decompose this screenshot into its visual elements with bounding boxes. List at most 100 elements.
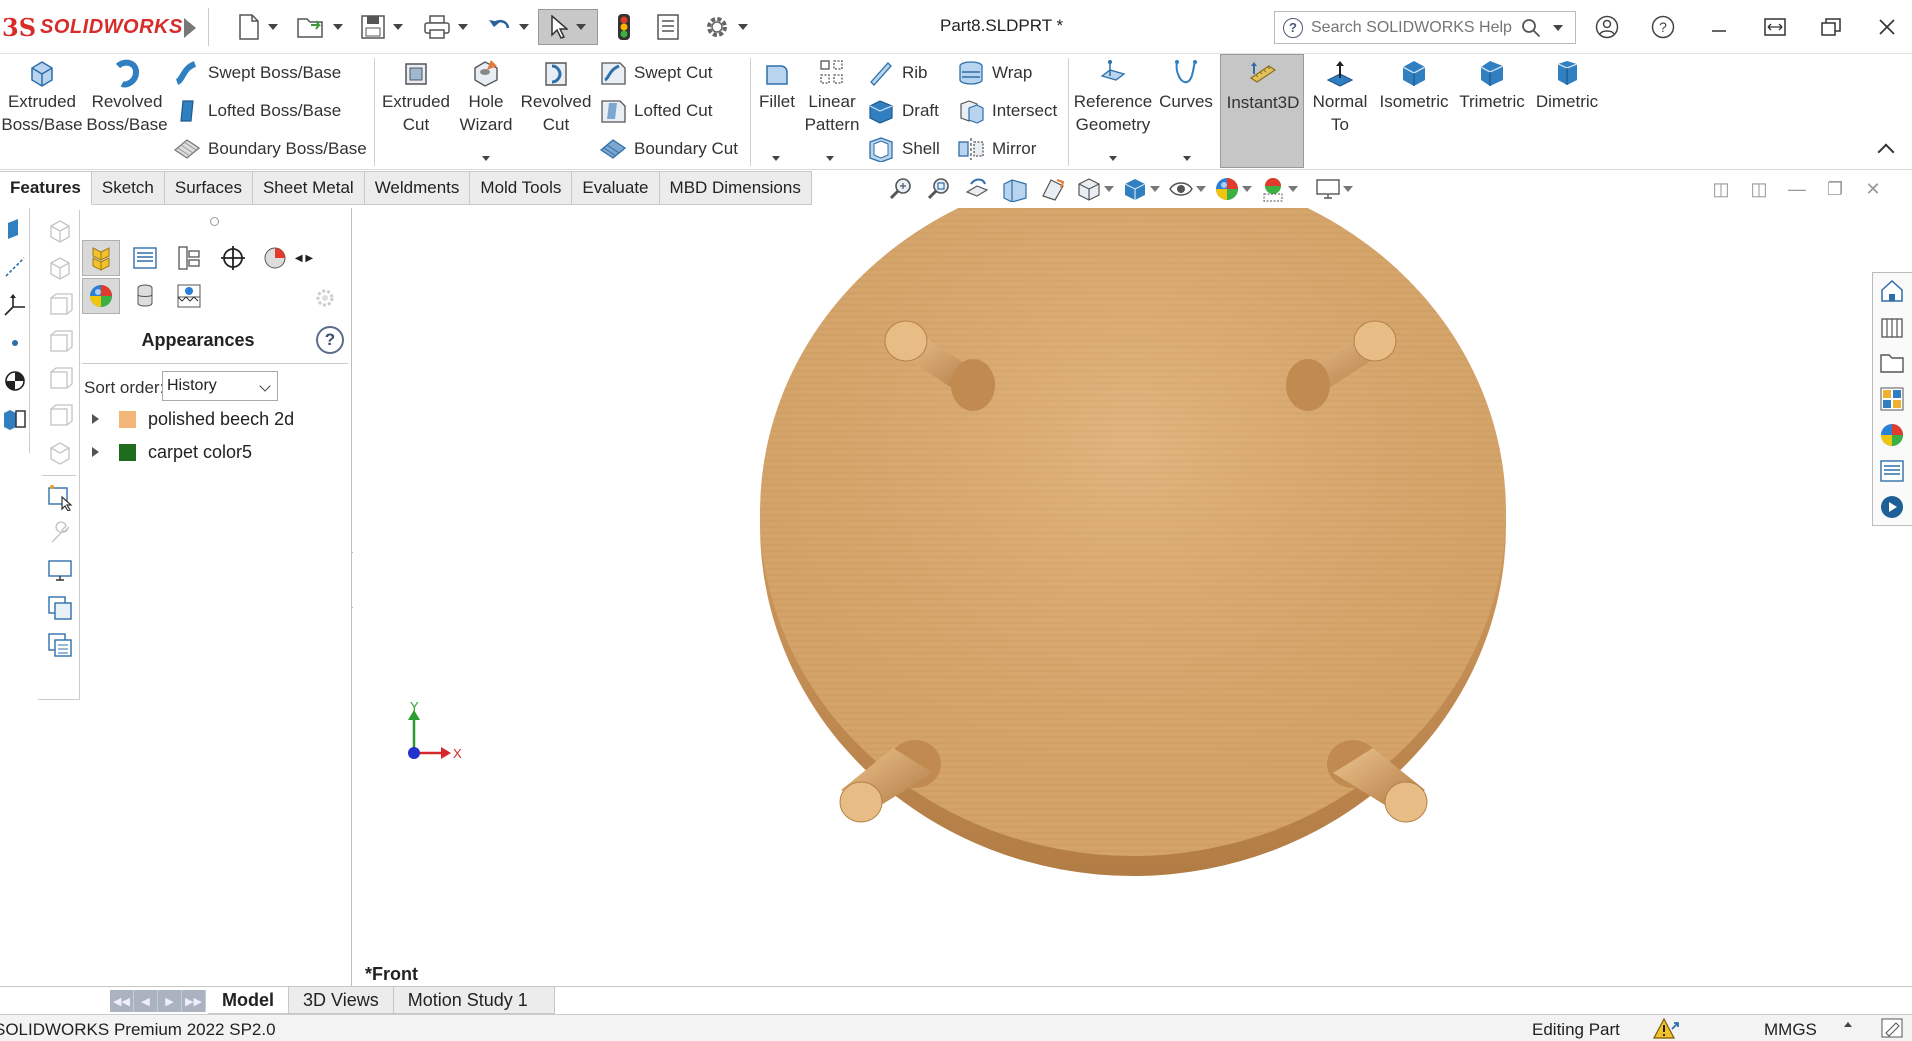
isometric-button[interactable]: Isometric [1374, 58, 1454, 113]
sketch-plane-icon[interactable] [0, 212, 30, 246]
linear-pattern-button[interactable]: Linear Pattern [804, 58, 860, 136]
custom-properties-icon[interactable] [1873, 453, 1911, 489]
edit-appearance-icon[interactable] [1214, 175, 1252, 203]
solidworks-logo[interactable]: 3S SOLIDWORKS [0, 10, 183, 44]
hole-wizard-button[interactable]: Hole Wizard [456, 58, 516, 136]
next-tab-icon[interactable]: ▶ [158, 990, 182, 1012]
zoom-to-fit-icon[interactable] [886, 175, 916, 203]
display-style-icon[interactable] [1122, 175, 1160, 203]
pane-help-button[interactable]: ? [316, 326, 344, 354]
lofted-boss-button[interactable]: Lofted Boss/Base [172, 96, 341, 126]
expand-arrow-icon[interactable] [92, 447, 99, 457]
appearance-item-polished-beech[interactable]: polished beech 2d [92, 406, 294, 432]
chevron-down-icon[interactable] [1553, 24, 1563, 31]
boundary-cut-button[interactable]: Boundary Cut [598, 134, 738, 164]
help-search-input[interactable] [1311, 18, 1521, 37]
tab-scroll-arrows[interactable]: ◀ ▶ [290, 240, 318, 276]
tab-mbd-dimensions[interactable]: MBD Dimensions [659, 171, 812, 205]
close-icon[interactable] [1872, 14, 1902, 40]
center-of-mass-icon[interactable] [0, 364, 30, 398]
tab-weldments[interactable]: Weldments [364, 171, 471, 205]
chevron-up-icon[interactable] [1844, 1022, 1852, 1027]
help-icon[interactable]: ? [1648, 14, 1678, 40]
revolved-boss-button[interactable]: Revolved Boss/Base [86, 58, 168, 136]
linear-pattern-dropdown-icon[interactable] [826, 156, 834, 161]
curves-button[interactable]: Curves [1158, 58, 1214, 113]
graphics-area[interactable]: Y X [353, 168, 1912, 988]
model-view[interactable]: Y X [353, 168, 1912, 988]
appearance-item-carpet-color5[interactable]: carpet color5 [92, 439, 252, 465]
tab-features[interactable]: Features [0, 171, 92, 205]
tab-sheet-metal[interactable]: Sheet Metal [252, 171, 365, 205]
dimetric-button[interactable]: Dimetric [1530, 58, 1604, 113]
select-other-icon[interactable] [44, 481, 76, 513]
fillet-dropdown-icon[interactable] [772, 156, 780, 161]
scene-tab-icon[interactable] [170, 278, 208, 314]
property-manager-tab-icon[interactable] [126, 240, 164, 276]
last-tab-icon[interactable]: ▶▶ [182, 990, 206, 1012]
section-view-icon[interactable] [1000, 175, 1030, 203]
quick-tips-icon[interactable] [1880, 1017, 1904, 1041]
previous-view-icon[interactable] [962, 175, 992, 203]
appearances-tab-icon[interactable] [82, 278, 120, 314]
sort-order-dropdown[interactable]: History [162, 371, 278, 401]
previous-tab-icon[interactable]: ◀ [134, 990, 158, 1012]
pane-grip-handle[interactable] [210, 217, 219, 226]
tile-left-icon[interactable]: ◫ [1702, 176, 1740, 202]
file-properties-button[interactable] [654, 12, 682, 42]
curves-dropdown-icon[interactable] [1183, 156, 1191, 161]
boundary-boss-button[interactable]: Boundary Boss/Base [172, 134, 367, 164]
appearances-scenes-icon[interactable] [1873, 417, 1911, 453]
stool-model[interactable] [760, 168, 1506, 876]
user-account-icon[interactable] [1592, 14, 1622, 40]
hide-show-items-icon[interactable] [1168, 175, 1206, 203]
tab-3d-views[interactable]: 3D Views [289, 987, 394, 1014]
dynamic-annotation-views-icon[interactable] [1038, 175, 1068, 203]
wrap-button[interactable]: Wrap [956, 58, 1032, 88]
intersect-button[interactable]: Intersect [956, 96, 1057, 126]
dimxpert-manager-tab-icon[interactable] [214, 240, 252, 276]
print-button[interactable] [420, 12, 472, 42]
hole-wizard-dropdown-icon[interactable] [482, 156, 490, 161]
solidworks-forum-icon[interactable] [1873, 489, 1911, 525]
menu-expand-arrow-icon[interactable] [184, 18, 196, 38]
document-restore-icon[interactable]: ❐ [1816, 176, 1854, 202]
decals-tab-icon[interactable] [126, 278, 164, 314]
point-icon[interactable] [0, 326, 30, 360]
tile-right-icon[interactable]: ◫ [1740, 176, 1778, 202]
collapse-ribbon-icon[interactable] [1877, 143, 1895, 161]
search-icon[interactable] [1521, 18, 1541, 38]
revolved-cut-button[interactable]: Revolved Cut [520, 58, 592, 136]
line-icon[interactable] [0, 250, 30, 284]
extruded-cut-button[interactable]: Extruded Cut [380, 58, 452, 136]
paste-view-icon[interactable] [44, 629, 76, 661]
expand-arrow-icon[interactable] [92, 414, 99, 424]
file-explorer-icon[interactable] [1873, 345, 1911, 381]
draft-button[interactable]: Draft [866, 96, 939, 126]
rebuild-button[interactable] [612, 12, 636, 42]
minimize-icon[interactable] [1704, 14, 1734, 40]
rib-button[interactable]: Rib [866, 58, 928, 88]
design-library-icon[interactable] [1873, 309, 1911, 345]
shell-button[interactable]: Shell [866, 134, 940, 164]
first-tab-icon[interactable]: ◀◀ [110, 990, 134, 1012]
solidworks-resources-icon[interactable] [1873, 273, 1911, 309]
tab-motion-study-1[interactable]: Motion Study 1 [393, 987, 555, 1014]
reference-geometry-button[interactable]: Reference Geometry [1070, 58, 1156, 136]
swept-boss-button[interactable]: Swept Boss/Base [172, 58, 341, 88]
unit-system[interactable]: MMGS [1764, 1020, 1817, 1040]
rebuild-warning-icon[interactable] [1652, 1017, 1682, 1041]
display-manager-tab-icon[interactable] [260, 240, 290, 276]
tab-evaluate[interactable]: Evaluate [572, 171, 660, 205]
feature-manager-tab-icon[interactable] [82, 240, 120, 276]
undo-button[interactable] [482, 12, 534, 42]
apply-scene-icon[interactable] [1260, 175, 1298, 203]
tab-surfaces[interactable]: Surfaces [164, 171, 253, 205]
tab-mold-tools[interactable]: Mold Tools [470, 171, 573, 205]
instant3d-button[interactable]: Instant3D [1220, 54, 1304, 168]
lofted-cut-button[interactable]: Lofted Cut [598, 96, 712, 126]
fit-window-icon[interactable] [1760, 14, 1790, 40]
options-button[interactable] [700, 12, 752, 42]
select-button[interactable] [538, 9, 598, 45]
document-close-icon[interactable]: ✕ [1854, 176, 1892, 202]
